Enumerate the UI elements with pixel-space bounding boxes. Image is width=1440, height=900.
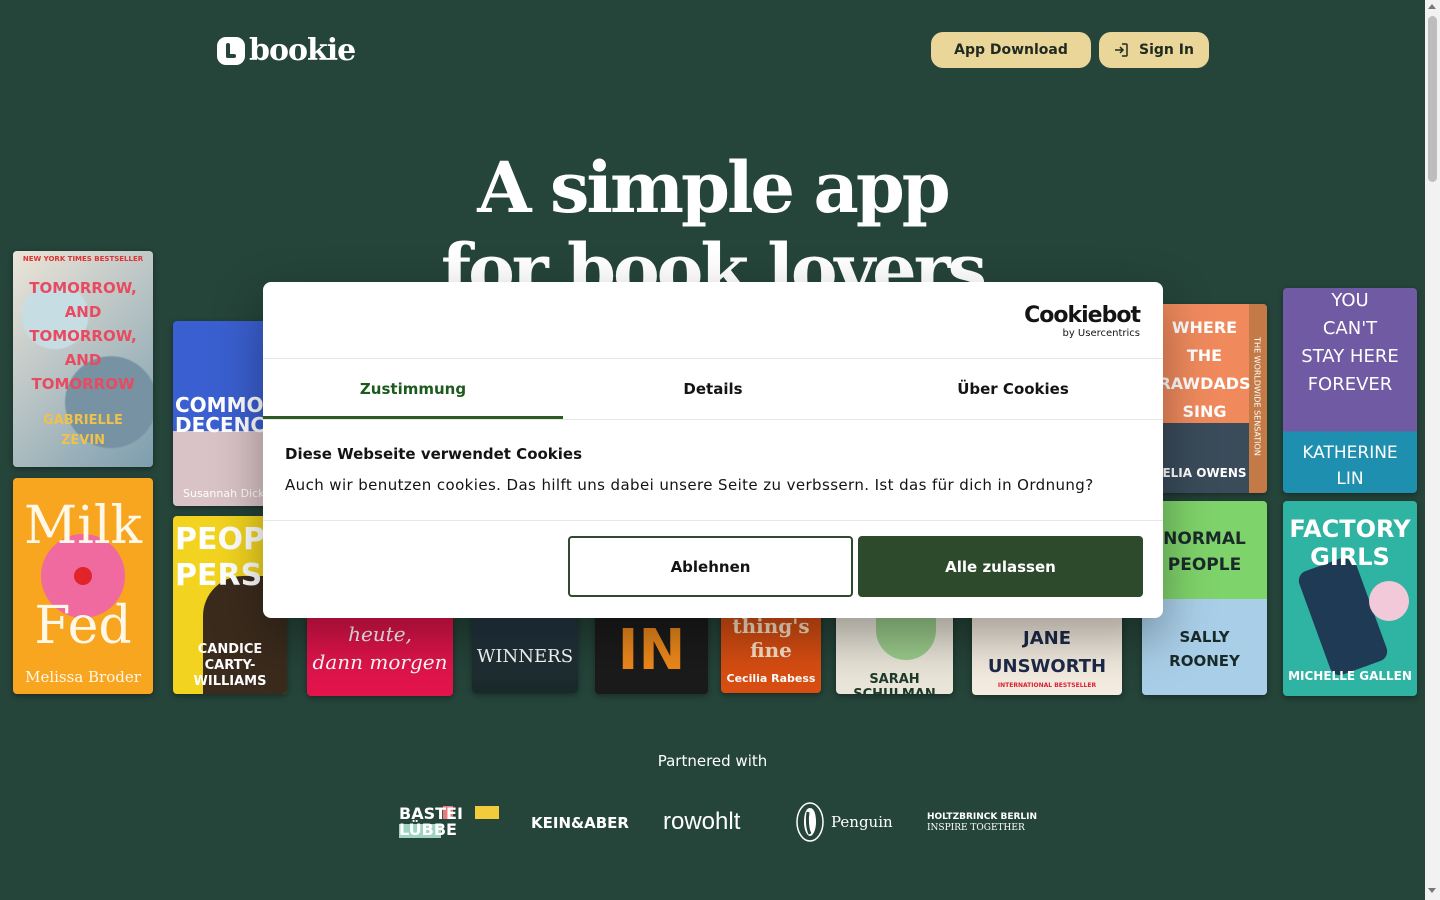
cookie-tabs: Zustimmung Details Über Cookies [263,359,1163,419]
book-cover: NEW YORK TIMES BESTSELLER TOMORROW, AND … [13,251,153,467]
book-author: Cecilia Rabess [726,672,816,685]
bastei-luebbe-text: BASTEI LÜBBE [399,804,463,839]
bastei-luebbe-logo: BASTEI LÜBBE [399,804,499,840]
book-title: FACTORY [1289,515,1411,543]
book-title: CAN'T [1322,318,1378,339]
kein-aber-logo: KEIN&ABER [531,814,629,832]
rowohlt-logo: rowohlt [663,808,740,836]
partner-logos: BASTEI LÜBBE KEIN&ABER rowohlt Penguin H… [0,802,1425,846]
app-download-button[interactable]: App Download [931,32,1091,68]
scrollbar-thumb[interactable] [1428,16,1437,182]
book-author: KATHERINE LIN [1302,443,1398,489]
tab-zustimmung[interactable]: Zustimmung [263,359,563,419]
book-top-text: NEW YORK TIMES BESTSELLER [22,255,144,263]
book-title: Milk [23,496,142,556]
book-title: STAY HERE [1301,346,1399,367]
book-title: TOMORROW, [29,279,137,297]
book-title: TOMORROW [31,375,135,393]
penguin-text: Penguin [831,813,893,831]
tab-details[interactable]: Details [563,359,863,419]
book-title: IN [617,618,686,683]
penguin-icon [796,802,824,842]
scroll-down-arrow[interactable] [1428,888,1436,893]
tab-label: Über Cookies [957,380,1069,398]
book-title: fine [750,638,792,662]
book-author: INTERNATIONAL BESTSELLER [997,682,1097,689]
book-title: GIRLS [1310,543,1390,571]
book-side-text: THE WORLDWIDE SENSATION [1252,337,1262,456]
cookiebot-brand: Cookiebot [1024,303,1141,328]
book-author: MICHELLE GALLEN [1288,669,1412,683]
book-title: WINNERS [476,646,574,667]
tab-ueber-cookies[interactable]: Über Cookies [863,359,1163,419]
cookie-consent-dialog: Cookiebot by Usercentrics Zustimmung Det… [263,282,1163,618]
book-title: dann morgen [312,650,448,674]
hero-title-line1: A simple app [477,146,950,229]
divider [263,520,1163,521]
book-author: Melissa Broder [25,668,141,686]
book-title: AND [64,351,102,369]
logo-text: bookie [249,33,356,68]
kein-aber-text: KEIN&ABER [531,814,629,832]
book-author: GABRIELLE ZEVIN [43,413,123,448]
book-author: SALLY ROONEY [1169,628,1240,670]
book-author: CANDICE CARTY-WILLIAMS [193,642,267,689]
book-cover: Milk Fed Melissa Broder [13,478,153,694]
reject-button[interactable]: Ablehnen [568,536,853,597]
page-scrollbar[interactable] [1425,0,1440,900]
tab-label: Details [683,380,743,398]
book-title: UNSWORTH [987,656,1107,677]
book-title: heute, [348,622,412,646]
book-title: JANE [1023,628,1071,649]
partners-title: Partnered with [657,752,768,770]
sign-in-button[interactable]: Sign In [1099,32,1209,68]
holtzbrinck-logo: HOLTZBRINCK BERLIN INSPIRE TOGETHER [927,812,1037,834]
cookie-title: Diese Webseite verwendet Cookies [285,445,583,463]
penguin-logo: Penguin [795,802,893,842]
sign-in-label: Sign In [1139,42,1194,58]
book-title: FOREVER [1307,374,1393,395]
book-cover: FACTORY GIRLS MICHELLE GALLEN [1283,501,1417,696]
divider [263,419,1163,420]
book-title: YOU [1331,290,1369,311]
book-cover: YOU CAN'T STAY HERE FOREVER KATHERINE LI… [1283,288,1417,493]
book-title: Fed [34,596,132,656]
holtzbrinck-tagline: INSPIRE TOGETHER [927,823,1025,833]
bookie-logo[interactable]: bookie [217,33,356,68]
app-download-label: App Download [954,42,1068,58]
cookiebot-logo: Cookiebot by Usercentrics [1024,303,1141,340]
sign-in-icon [1115,43,1128,57]
tab-label: Zustimmung [359,380,467,398]
book-title: AND [64,303,102,321]
cookiebot-byline: by Usercentrics [1062,328,1140,339]
accept-all-button[interactable]: Alle zulassen [858,536,1143,597]
scroll-up-arrow[interactable] [1428,4,1436,9]
cookie-text: Auch wir benutzen cookies. Das hilft uns… [285,476,1094,494]
bookie-logo-icon [217,37,245,65]
book-author: SARAH SCHULMAN [853,672,936,694]
book-title: TOMORROW, [29,327,137,345]
holtzbrinck-text: HOLTZBRINCK BERLIN [927,812,1038,822]
rowohlt-text: rowohlt [663,808,741,835]
